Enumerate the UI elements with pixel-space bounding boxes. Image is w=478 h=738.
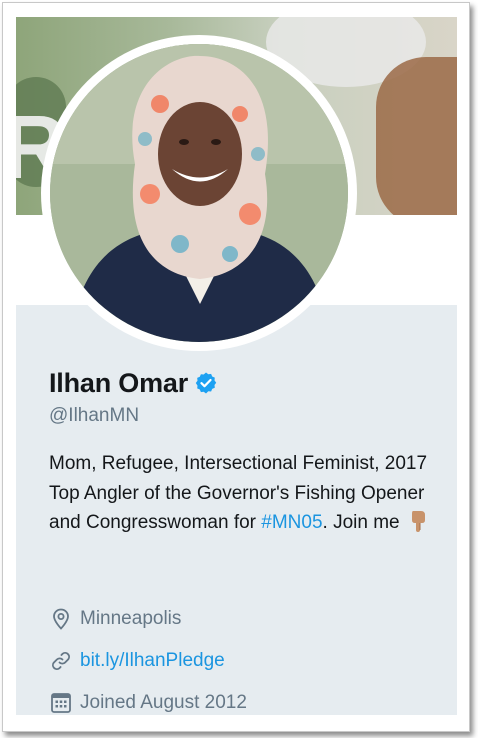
name-row: Ilhan Omar xyxy=(49,365,449,401)
profile-url-link[interactable]: bit.ly/IlhanPledge xyxy=(80,650,225,672)
location-text: Minneapolis xyxy=(80,608,182,629)
screenshot-frame: R Ilhan Omar @IlhanMN Mom, Refugee, Inte… xyxy=(2,2,470,732)
joined-text: Joined August 2012 xyxy=(80,692,247,713)
profile-name[interactable]: Ilhan Omar xyxy=(49,368,188,399)
pointing-down-hand-icon xyxy=(411,511,425,532)
banner-shape xyxy=(376,57,457,215)
bio-suffix: . Join me xyxy=(322,512,400,533)
profile-card: R Ilhan Omar @IlhanMN Mom, Refugee, Inte… xyxy=(16,17,457,715)
link-icon xyxy=(52,652,70,670)
profile-handle[interactable]: @IlhanMN xyxy=(49,405,449,427)
verified-badge-icon xyxy=(195,372,217,394)
location-pin-icon xyxy=(53,608,69,630)
profile-details: Ilhan Omar @IlhanMN Mom, Refugee, Inters… xyxy=(49,365,449,714)
bio-hashtag-link[interactable]: #MN05 xyxy=(261,512,322,533)
avatar[interactable] xyxy=(50,44,348,342)
profile-bio: Mom, Refugee, Intersectional Feminist, 2… xyxy=(49,449,449,538)
avatar-image xyxy=(50,44,348,342)
joined-row: Joined August 2012 xyxy=(49,688,247,715)
location-row: Minneapolis xyxy=(49,604,181,634)
calendar-icon xyxy=(51,693,71,713)
url-row: bit.ly/IlhanPledge xyxy=(49,646,225,676)
